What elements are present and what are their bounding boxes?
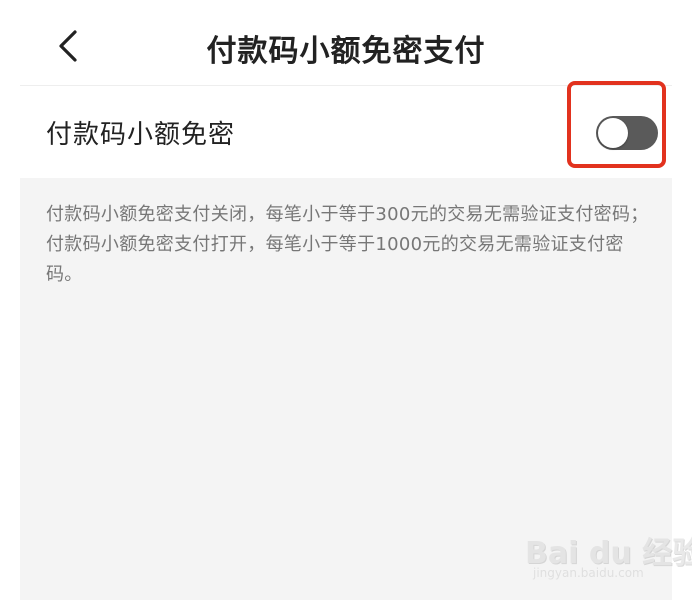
info-description: 付款码小额免密支付关闭，每笔小于等于300元的交易无需验证支付密码；付款码小额免… (46, 204, 649, 285)
navigation-bar: 付款码小额免密支付 (20, 0, 672, 86)
setting-row-small-password-free: 付款码小额免密 (20, 81, 672, 178)
password-free-toggle[interactable] (596, 116, 658, 150)
app-screen: 付款码小额免密支付 付款码小额免密 付款码小额免密支付关闭，每笔小于等于300元… (0, 0, 692, 600)
page-title: 付款码小额免密支付 (206, 34, 486, 69)
baidu-jingyan-watermark: Bai du 经验 jingyan.baidu.com (525, 528, 692, 588)
watermark-url: jingyan.baidu.com (533, 566, 644, 580)
setting-label: 付款码小额免密 (46, 120, 236, 150)
toggle-knob (598, 118, 628, 148)
